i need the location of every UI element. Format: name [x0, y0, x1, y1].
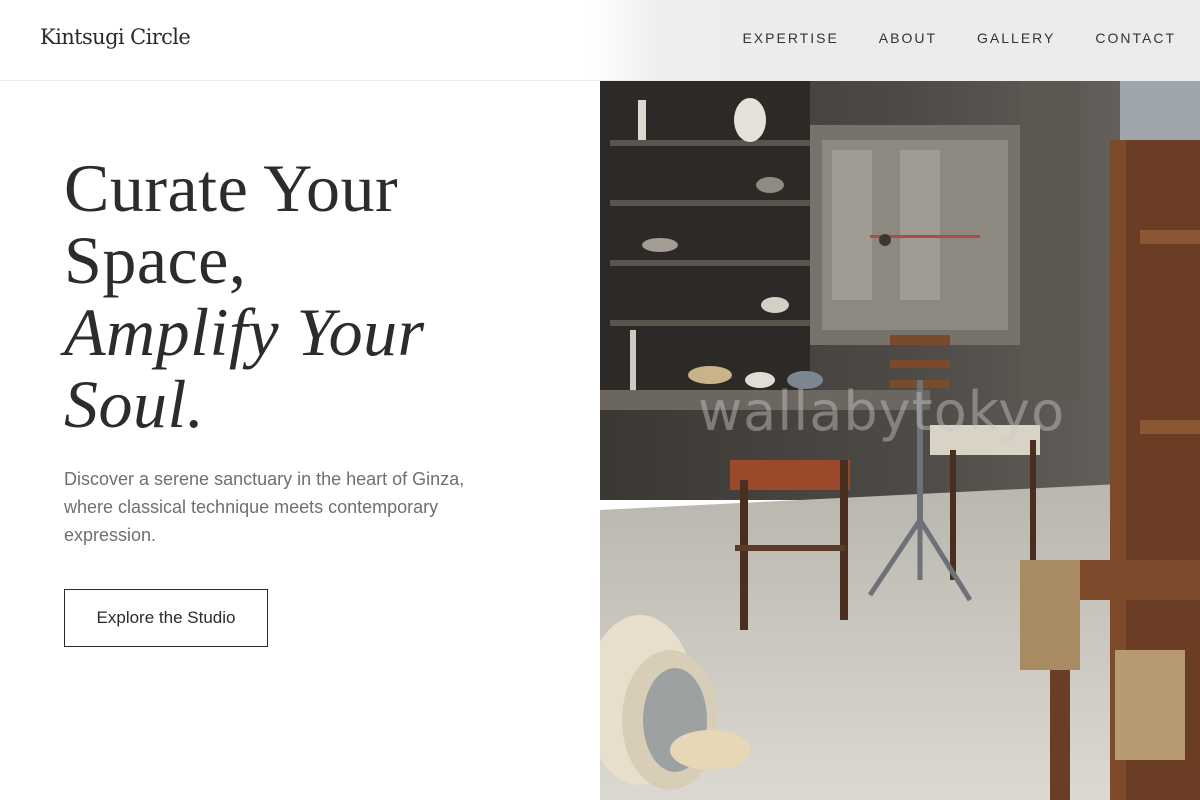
headline-line-3: Amplify Your	[64, 294, 425, 370]
main-nav: EXPERTISE ABOUT GALLERY CONTACT	[742, 30, 1176, 46]
brand-logo[interactable]: Kintsugi Circle	[40, 25, 191, 49]
nav-item-gallery[interactable]: GALLERY	[977, 30, 1055, 46]
hero-headline: Curate Your Space, Amplify Your Soul.	[64, 152, 425, 440]
hero-description: Discover a serene sanctuary in the heart…	[64, 469, 465, 545]
headline-line-1: Curate Your	[64, 150, 399, 226]
nav-item-expertise[interactable]: EXPERTISE	[742, 30, 838, 46]
nav-item-about[interactable]: ABOUT	[879, 30, 937, 46]
headline-line-2: Space,	[64, 222, 247, 298]
headline-line-4: Soul.	[64, 366, 205, 442]
site-header: Kintsugi Circle EXPERTISE ABOUT GALLERY …	[0, 0, 1200, 81]
explore-studio-button[interactable]: Explore the Studio	[64, 589, 268, 647]
nav-item-contact[interactable]: CONTACT	[1095, 30, 1176, 46]
image-watermark: wallabytokyo	[698, 380, 1066, 443]
